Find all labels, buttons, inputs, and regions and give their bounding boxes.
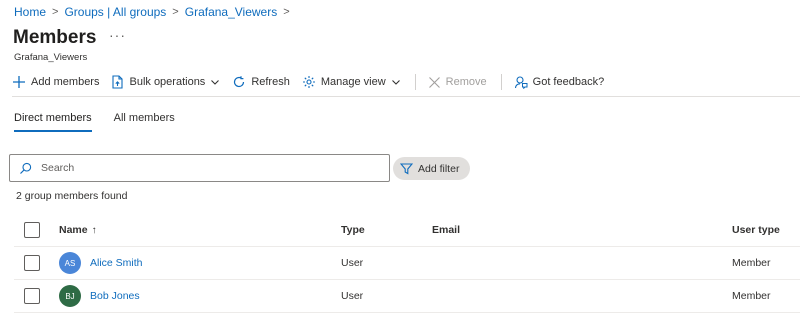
manage-view-label: Manage view (320, 76, 386, 88)
select-all-checkbox[interactable] (24, 222, 40, 238)
table-row[interactable]: AS Alice Smith User Member (14, 247, 800, 280)
row-select-cell (24, 247, 40, 279)
column-header-user-type[interactable]: User type (732, 214, 780, 246)
bulk-operations-label: Bulk operations (129, 76, 206, 88)
search-box[interactable]: Search (9, 154, 390, 182)
toolbar-divider (414, 74, 416, 90)
sort-ascending-icon: ↑ (91, 224, 97, 236)
add-filter-label: Add filter (418, 162, 460, 175)
column-header-email[interactable]: Email (432, 214, 460, 246)
feedback-icon (514, 76, 528, 89)
table-row[interactable]: BJ Bob Jones User Member (14, 280, 800, 313)
feedback-label: Got feedback? (532, 76, 605, 88)
row-checkbox[interactable] (24, 255, 40, 271)
add-members-label: Add members (31, 76, 100, 88)
refresh-button[interactable]: Refresh (232, 75, 290, 89)
toolbar-divider (500, 74, 502, 90)
page-subtitle: Grafana_Viewers (14, 52, 88, 63)
refresh-icon (234, 76, 245, 88)
plus-icon (13, 76, 25, 88)
breadcrumb-separator: > (283, 6, 290, 18)
table-header: Name ↑ Type Email User type (14, 214, 800, 247)
select-all-cell (24, 214, 40, 246)
chevron-down-icon (211, 80, 220, 85)
members-table: Name ↑ Type Email User type AS Alice Smi… (14, 214, 800, 313)
breadcrumb-home[interactable]: Home (14, 5, 46, 19)
user-type-cell: Member (732, 257, 771, 269)
chevron-down-icon (391, 80, 400, 85)
avatar: BJ (59, 285, 81, 307)
column-header-type[interactable]: Type (341, 214, 365, 246)
breadcrumb: Home > Groups | All groups > Grafana_Vie… (14, 5, 296, 19)
document-upload-icon (112, 75, 124, 89)
page-title: Members (13, 27, 97, 48)
row-checkbox[interactable] (24, 288, 40, 304)
breadcrumb-separator: > (52, 6, 59, 18)
bulk-operations-button[interactable]: Bulk operations (111, 75, 220, 89)
breadcrumb-group[interactable]: Grafana_Viewers (185, 5, 278, 19)
command-bar: Add members Bulk operations Refresh Mana… (12, 70, 616, 94)
feedback-button[interactable]: Got feedback? (514, 75, 605, 89)
add-members-button[interactable]: Add members (12, 75, 99, 89)
toolbar-divider-line (12, 96, 800, 97)
filter-icon (400, 163, 413, 175)
more-options-button[interactable]: ··· (109, 27, 126, 43)
name-cell: AS Alice Smith (59, 247, 143, 279)
breadcrumb-separator: > (172, 6, 179, 18)
result-count: 2 group members found (16, 190, 128, 202)
tab-all-members[interactable]: All members (114, 112, 175, 132)
remove-label: Remove (445, 76, 487, 88)
member-name-link[interactable]: Bob Jones (90, 290, 140, 302)
type-cell: User (341, 290, 364, 302)
refresh-label: Refresh (251, 76, 290, 88)
column-header-name[interactable]: Name ↑ (59, 214, 97, 246)
member-name-link[interactable]: Alice Smith (90, 257, 143, 269)
manage-view-button[interactable]: Manage view (302, 75, 401, 89)
breadcrumb-all-groups[interactable]: Groups | All groups (64, 5, 166, 19)
remove-button[interactable]: Remove (428, 76, 487, 89)
user-type-cell: Member (732, 290, 771, 302)
avatar: AS (59, 252, 81, 274)
row-select-cell (24, 280, 40, 312)
gear-icon (302, 76, 315, 88)
close-icon (428, 76, 440, 88)
name-cell: BJ Bob Jones (59, 280, 140, 312)
column-header-name-label: Name (59, 224, 88, 236)
tab-direct-members[interactable]: Direct members (14, 112, 92, 132)
member-tabs: Direct members All members (14, 112, 197, 132)
type-cell: User (341, 257, 364, 269)
search-icon (20, 162, 32, 174)
search-input[interactable]: Search (41, 162, 74, 174)
add-filter-button[interactable]: Add filter (393, 157, 470, 180)
